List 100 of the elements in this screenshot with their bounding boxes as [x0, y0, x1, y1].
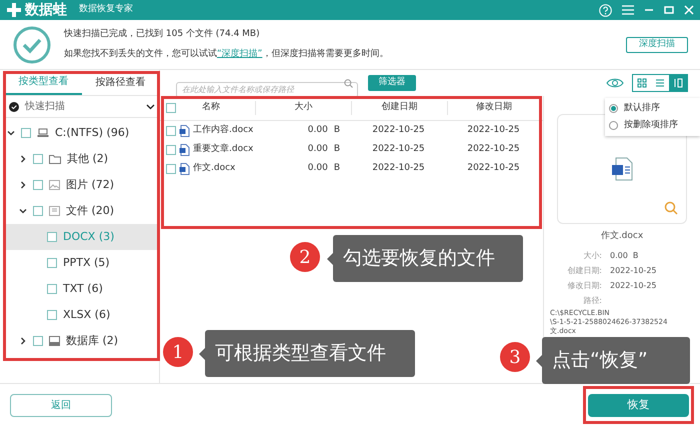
check-circle-icon [12, 24, 52, 64]
tree-item[interactable]: 图片 (72) [5, 172, 159, 198]
column-header[interactable]: 大小 [255, 101, 351, 115]
view-tab[interactable]: 按路径查看 [82, 70, 159, 95]
file-name: 重要文章.docx [193, 142, 254, 156]
size-unit: B [334, 124, 340, 137]
detail-label: 修改日期: [566, 280, 602, 292]
checkbox[interactable] [47, 310, 57, 320]
logo-icon [6, 2, 22, 18]
size-unit: B [334, 162, 340, 175]
image-icon [49, 180, 60, 190]
detail-value: 2022-10-25 [610, 280, 658, 292]
document-icon [49, 206, 60, 216]
created-date: 2022-10-25 [371, 142, 426, 156]
tree-item[interactable]: C:(NTFS) (96) [5, 120, 159, 146]
checkbox[interactable] [47, 258, 57, 268]
file-name: 作文.docx [193, 162, 236, 175]
search-icon[interactable] [664, 201, 678, 215]
check-circle-icon [9, 102, 19, 112]
chevron-down-icon[interactable] [19, 207, 27, 215]
column-header[interactable]: 修改日期 [447, 101, 540, 115]
chevron-down-icon [146, 102, 155, 111]
callout-text: 勾选要恢复的文件 [343, 246, 495, 272]
chevron-right-icon[interactable] [19, 181, 27, 189]
callout-text: 点击“恢复” [552, 348, 648, 374]
columns-icon [673, 78, 683, 88]
tree-item[interactable]: TXT (6) [5, 276, 159, 302]
view-mode-button[interactable] [669, 75, 687, 91]
checkbox[interactable] [33, 180, 43, 190]
view-tab[interactable]: 按类型查看 [5, 70, 82, 95]
document-icon [179, 124, 190, 136]
search-field[interactable]: 在此处输入文件名称或保存路径 [176, 82, 358, 98]
tree-item-label: PPTX (5) [63, 254, 110, 271]
created-date: 2022-10-25 [371, 162, 426, 175]
app-subtitle: 数据恢复专家 [79, 3, 133, 16]
close-icon[interactable] [684, 5, 694, 15]
document-icon [179, 162, 190, 174]
chevron-right-icon[interactable] [19, 155, 27, 163]
tree-item-label: 数据库 (2) [66, 332, 118, 349]
modified-date: 2022-10-25 [466, 124, 521, 137]
step-number-badge: 2 [290, 242, 320, 272]
deep-scan-button[interactable]: 深度扫描 [626, 36, 688, 52]
deep-scan-link[interactable]: “深度扫描” [217, 48, 262, 58]
checkbox[interactable] [33, 336, 43, 346]
callout-text: 可根据类型查看文件 [215, 341, 386, 366]
file-size: 0.00 [308, 124, 328, 137]
table-row[interactable]: 工作内容.docx 0.00 B 2022-10-25 2022-10-25 [160, 121, 543, 140]
step-number-badge: 1 [163, 337, 193, 367]
checkbox[interactable] [166, 144, 176, 154]
sort-option[interactable]: 默认排序 [605, 100, 700, 117]
scan-mode-dropdown[interactable]: 快速扫描 [5, 96, 159, 118]
preview-file-name: 作文.docx [600, 230, 644, 243]
tree-item-label: C:(NTFS) (96) [55, 124, 130, 141]
tree-item-label: 文件 (20) [66, 202, 114, 219]
tree-item[interactable]: 文件 (20) [5, 198, 159, 224]
radio-button[interactable] [609, 104, 618, 113]
detail-value: 2022-10-25 [610, 264, 658, 276]
radio-button[interactable] [609, 121, 618, 130]
step-number-badge: 3 [500, 342, 530, 372]
checkbox[interactable] [166, 164, 176, 174]
tree-item[interactable]: PPTX (5) [5, 250, 159, 276]
checkbox[interactable] [33, 154, 43, 164]
tree-item[interactable]: 其他 (2) [5, 146, 159, 172]
tree-item-label: TXT (6) [63, 280, 103, 297]
created-date: 2022-10-25 [371, 124, 426, 137]
app-name: 数据蛙 [25, 0, 67, 20]
column-header[interactable]: 名称 [202, 101, 220, 115]
file-size: 0.00 [308, 162, 328, 175]
table-row[interactable]: 重要文章.docx 0.00 B 2022-10-25 2022-10-25 [160, 140, 543, 159]
tree-item[interactable]: 数据库 (2) [5, 328, 159, 354]
chevron-right-icon[interactable] [19, 337, 27, 345]
size-unit: B [334, 142, 340, 156]
modified-date: 2022-10-25 [466, 162, 521, 175]
tree-item[interactable]: XLSX (6) [5, 302, 159, 328]
table-row[interactable]: 作文.docx 0.00 B 2022-10-25 2022-10-25 [160, 159, 543, 178]
detail-label: 大小: [582, 250, 602, 262]
detail-label: 创建日期: [566, 264, 602, 276]
detail-value: 0.00 B [610, 250, 640, 262]
folder-icon [49, 154, 61, 164]
checkbox[interactable] [33, 206, 43, 216]
chevron-down-icon[interactable] [7, 129, 15, 137]
menu-icon[interactable] [622, 5, 634, 15]
help-icon[interactable] [599, 4, 612, 16]
checkbox[interactable] [166, 103, 176, 113]
database-icon [49, 336, 60, 346]
sort-option[interactable]: 按删除项排序 [605, 117, 700, 134]
modified-date: 2022-10-25 [466, 142, 521, 156]
checkbox[interactable] [166, 126, 176, 136]
column-header[interactable]: 创建日期 [351, 101, 447, 115]
checkbox[interactable] [21, 128, 31, 138]
document-icon [179, 144, 190, 156]
maximize-icon[interactable] [664, 5, 674, 15]
file-size: 0.00 [308, 142, 328, 156]
eye-icon[interactable] [606, 77, 624, 89]
tree-item-label: DOCX (3) [63, 228, 114, 245]
checkbox[interactable] [47, 284, 57, 294]
search-icon [344, 78, 353, 88]
word-document-icon [611, 157, 633, 181]
tree-item-label: 其他 (2) [67, 150, 108, 167]
checkbox[interactable] [47, 232, 57, 242]
